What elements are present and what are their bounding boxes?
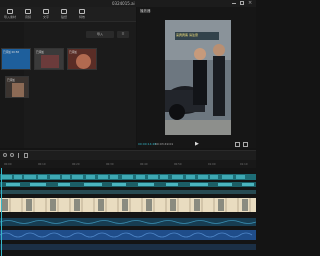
text-icon — [43, 9, 49, 14]
thumb-caption: 已添加 — [36, 51, 44, 54]
import-filter-button[interactable]: 导入 — [86, 31, 114, 38]
media-thumb[interactable]: 已添加 00:58 — [1, 48, 31, 70]
toolbar-item-import[interactable]: 导入素材 — [2, 9, 18, 21]
thumb-image — [12, 83, 24, 97]
ruler-tick: 00:40 — [140, 163, 148, 166]
audio-icon — [25, 9, 31, 14]
thumb-image — [76, 54, 91, 69]
toolbar-item-label: 导入素材 — [3, 15, 16, 19]
media-thumb[interactable]: 已添加 — [5, 76, 29, 98]
track-clips[interactable] — [0, 168, 256, 256]
thumb-caption: 已添加 — [69, 51, 77, 54]
toolbar-item-label: 特效 — [78, 15, 85, 19]
play-icon[interactable]: ▶ — [195, 141, 199, 147]
playhead — [1, 168, 2, 256]
sticker-icon — [61, 9, 67, 14]
media-toolbar: 导入素材 音频 文字 贴纸 特效 — [0, 7, 136, 22]
audio-track-2 — [0, 230, 256, 240]
ruler-tick: 00:10 — [38, 163, 46, 166]
toolbar-item-label: 文字 — [42, 15, 49, 19]
import-icon — [7, 9, 13, 14]
toolbar-item-label: 音频 — [24, 15, 31, 19]
toolbar-item-effects[interactable]: 特效 — [74, 9, 90, 21]
media-thumb[interactable]: 已添加 — [67, 48, 97, 70]
effects-icon — [79, 9, 85, 14]
toolbar-item-audio[interactable]: 音频 — [20, 9, 36, 21]
thumb-caption: 已添加 — [7, 79, 15, 82]
media-filter-bar: 导入 ☰ — [86, 31, 134, 39]
window-title: 0324015.ai — [112, 1, 135, 6]
preview-title: 播放器 — [140, 9, 151, 13]
title-bar: 0324015.ai × — [0, 0, 256, 7]
timeline-ruler[interactable]: 00:00 00:10 00:20 00:30 00:40 00:50 01:0… — [0, 160, 256, 168]
ruler-tick: 00:30 — [106, 163, 114, 166]
delete-icon[interactable] — [24, 153, 28, 158]
video-overlay-text: 来宾宾客 请注意 — [176, 33, 198, 37]
media-thumb[interactable]: 已添加 — [34, 48, 64, 70]
maximize-icon[interactable] — [240, 1, 244, 5]
effect-track-clip-row — [0, 190, 256, 194]
ruler-tick: 00:00 — [4, 163, 12, 166]
ruler-tick: 00:20 — [72, 163, 80, 166]
undo-icon[interactable] — [3, 153, 7, 157]
ratio-icon[interactable] — [243, 142, 248, 147]
thumb-image — [41, 55, 59, 68]
close-icon[interactable]: × — [248, 0, 252, 7]
fullscreen-icon[interactable] — [235, 142, 240, 147]
toolbar-item-sticker[interactable]: 贴纸 — [56, 9, 72, 21]
ruler-tick: 01:10 — [240, 163, 248, 166]
list-view-button[interactable]: ☰ — [117, 31, 129, 38]
audio-track-3 — [0, 244, 256, 250]
ruler-tick: 00:50 — [174, 163, 182, 166]
thumb-caption: 已添加 00:58 — [3, 51, 20, 54]
split-icon[interactable] — [18, 153, 19, 158]
total-time: 00:03:49:01 — [155, 142, 174, 146]
video-scene — [165, 20, 231, 135]
toolbar-item-text[interactable]: 文字 — [38, 9, 54, 21]
ruler-tick: 01:00 — [208, 163, 216, 166]
current-time: 00:00:14:28 — [138, 142, 157, 146]
minimize-icon[interactable] — [232, 3, 236, 4]
redo-icon[interactable] — [10, 153, 14, 157]
player-controls: 00:00:14:28 00:03:49:01 ▶ — [137, 140, 256, 150]
toolbar-item-label: 贴纸 — [60, 15, 67, 19]
video-frame[interactable]: 来宾宾客 请注意 — [165, 20, 231, 135]
